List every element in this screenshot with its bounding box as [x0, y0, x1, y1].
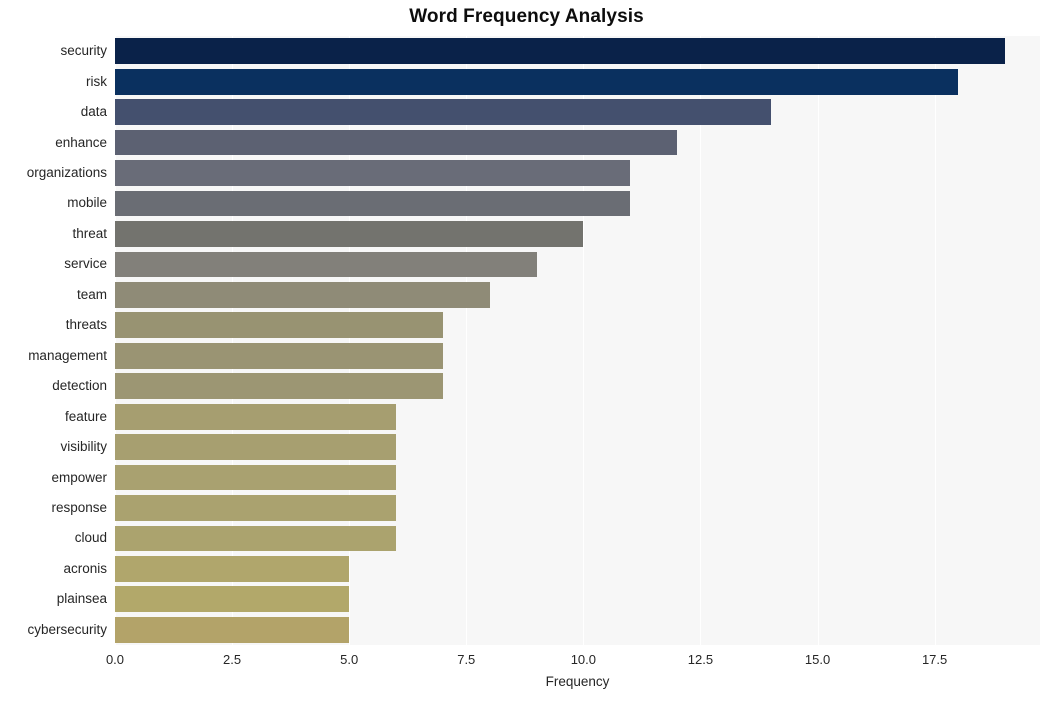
y-tick-enhance: enhance [55, 134, 107, 150]
bar-row [115, 554, 1040, 584]
page-title: Word Frequency Analysis [409, 6, 644, 27]
bar-detection [115, 373, 443, 400]
y-tick-visibility: visibility [60, 439, 107, 455]
y-tick-security: security [60, 43, 107, 59]
bar-row [115, 188, 1040, 218]
plot-area [115, 36, 1040, 645]
bar-row [115, 432, 1040, 462]
bar-visibility [115, 434, 396, 460]
bar-threats [115, 312, 443, 339]
bar-row [115, 158, 1040, 188]
bar-row [115, 66, 1040, 96]
y-tick-cloud: cloud [74, 530, 107, 546]
x-tick-0.0: 0.0 [105, 652, 125, 667]
y-tick-service: service [64, 256, 107, 272]
y-tick-plainsea: plainsea [56, 591, 107, 607]
bar-row [115, 219, 1040, 249]
x-tick-10.0: 10.0 [570, 652, 596, 667]
y-tick-empower: empower [51, 469, 107, 485]
y-tick-organizations: organizations [26, 165, 107, 181]
bar-row [115, 493, 1040, 523]
bar-row [115, 401, 1040, 431]
bar-row [115, 615, 1040, 645]
bar-acronis [115, 556, 350, 582]
y-tick-management: management [28, 347, 107, 363]
y-tick-threat: threat [72, 225, 107, 241]
bar-feature [115, 403, 396, 430]
x-tick-15.0: 15.0 [804, 652, 831, 667]
bar-organizations [115, 160, 631, 186]
y-tick-team: team [76, 286, 107, 302]
bar-row [115, 127, 1040, 157]
bar-row [115, 97, 1040, 127]
x-tick-17.5: 17.5 [921, 652, 948, 667]
y-tick-threats: threats [65, 317, 107, 333]
bar-enhance [115, 129, 678, 156]
x-tick-7.5: 7.5 [457, 652, 476, 667]
bar-management [115, 342, 443, 369]
bar-data [115, 99, 771, 126]
y-tick-response: response [51, 499, 107, 515]
bar-team [115, 281, 490, 308]
y-tick-data: data [80, 104, 107, 120]
bar-cybersecurity [115, 616, 350, 643]
bar-row [115, 371, 1040, 401]
bar-empower [115, 464, 396, 491]
y-tick-acronis: acronis [63, 560, 107, 576]
y-tick-detection: detection [52, 378, 107, 394]
chart-figure: Word Frequency Analysis security risk data… [0, 0, 1053, 701]
x-axis-tick-labels: 0.0 2.5 5.0 7.5 10.0 12.5 15.0 17.5 [106, 645, 1040, 675]
x-tick-12.5: 12.5 [687, 652, 714, 667]
bar-row [115, 310, 1040, 340]
bar-risk [115, 68, 959, 95]
bar-mobile [115, 190, 631, 217]
y-tick-feature: feature [64, 408, 107, 424]
y-axis-tick-labels: security risk data enhance organizations mobi… [0, 36, 107, 645]
bar-row [115, 36, 1040, 66]
bar-response [115, 495, 396, 521]
bar-row [115, 523, 1040, 553]
bar-security [115, 38, 1005, 65]
bar-row [115, 280, 1040, 310]
bar-row [115, 341, 1040, 371]
bar-service [115, 251, 537, 278]
y-tick-risk: risk [86, 73, 107, 89]
y-tick-mobile: mobile [67, 195, 107, 211]
bar-plainsea [115, 586, 350, 613]
x-axis-title: Frequency [545, 674, 610, 689]
bar-cloud [115, 525, 396, 552]
y-tick-cybersecurity: cybersecurity [27, 621, 107, 637]
bar-row [115, 249, 1040, 279]
x-tick-5.0: 5.0 [340, 652, 359, 667]
bar-row [115, 584, 1040, 614]
x-tick-2.5: 2.5 [223, 652, 242, 667]
bar-row [115, 462, 1040, 492]
bar-threat [115, 221, 584, 247]
